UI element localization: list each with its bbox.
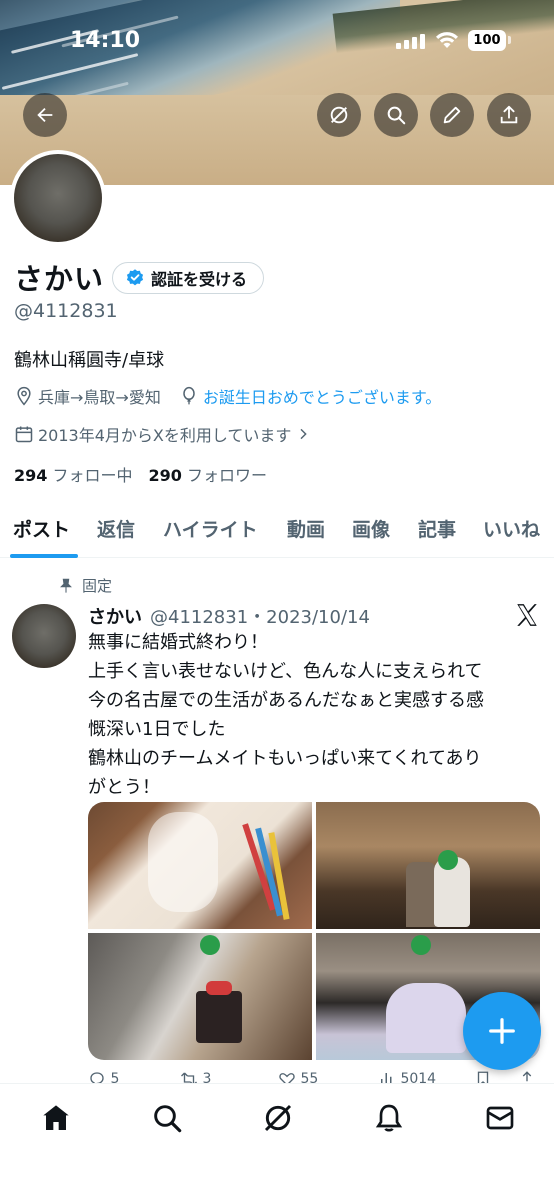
profile-handle: @4112831 (14, 300, 118, 322)
post-line: がとう！ (88, 777, 160, 798)
edit-button[interactable] (430, 93, 474, 137)
tab-likes[interactable]: いいね (483, 515, 540, 542)
balloon-icon (183, 386, 195, 405)
active-tab-indicator (10, 554, 78, 558)
post-line: 無事に結婚式終わり！ (88, 632, 268, 653)
profile-meta-row: 兵庫→鳥取→愛知 お誕生日おめでとうございます。 (14, 384, 441, 408)
following-count: 294 (14, 466, 48, 485)
pin-icon (60, 578, 72, 593)
post-image-ceremony[interactable] (316, 802, 540, 929)
follow-stats: 294 フォロー中 290 フォロワー (14, 462, 267, 486)
mail-icon[interactable] (484, 1102, 516, 1134)
followers-count: 290 (148, 466, 182, 485)
verified-badge-icon (126, 269, 144, 286)
chevron-right-icon (300, 428, 308, 440)
post-meta[interactable]: @4112831・2023/10/14 (150, 603, 370, 629)
post-line: 鶴林山のチームメイトもいっぱい来てくれてあり (88, 748, 482, 769)
battery-indicator: 100 (468, 30, 506, 51)
get-verified-button[interactable]: 認証を受ける (112, 262, 265, 294)
bell-icon[interactable] (373, 1102, 405, 1134)
back-button[interactable] (23, 93, 67, 137)
profile-tabs: ポスト 返信 ハイライト 動画 画像 記事 いいね (0, 505, 554, 558)
signal-icon (396, 34, 425, 49)
share-button[interactable] (487, 93, 531, 137)
status-time: 14:10 (70, 28, 141, 53)
followers-label: フォロワー (187, 466, 268, 485)
followers-link[interactable]: 290 フォロワー (149, 462, 268, 486)
tab-posts[interactable]: ポスト (13, 515, 70, 542)
post-image-cake[interactable] (88, 933, 312, 1060)
status-bar: 14:10 100 (0, 26, 554, 58)
post-line: 慨深い1日でした (88, 719, 226, 740)
post-author-name[interactable]: さかい (88, 603, 142, 629)
search-profile-button[interactable] (374, 93, 418, 137)
x-logo-icon[interactable] (514, 602, 540, 628)
joined-date: 2013年4月からXを利用しています (38, 426, 292, 445)
profile-location: 兵庫→鳥取→愛知 (38, 388, 161, 407)
tab-videos[interactable]: 動画 (287, 515, 325, 542)
get-verified-label: 認証を受ける (151, 270, 248, 289)
post-header: さかい @4112831・2023/10/14 (88, 603, 370, 629)
grok-icon[interactable] (262, 1102, 294, 1134)
pinned-indicator: 固定 (58, 575, 112, 596)
pencil-icon (443, 106, 461, 124)
post-line: 今の名古屋での生活があるんだなぁと実感する感 (88, 690, 484, 711)
calendar-icon (15, 426, 33, 443)
tab-images[interactable]: 画像 (352, 515, 390, 542)
plus-icon (489, 1018, 515, 1044)
grok-icon (330, 106, 348, 124)
location-icon (17, 386, 31, 406)
compose-post-button[interactable] (463, 992, 541, 1070)
share-icon (500, 105, 518, 124)
profile-bio: 鶴林山稱圓寺/卓球 (14, 350, 165, 371)
birthday-link[interactable]: お誕生日おめでとうございます。 (203, 384, 441, 408)
tab-articles[interactable]: 記事 (418, 515, 456, 542)
profile-avatar[interactable] (10, 150, 106, 246)
bottom-navigation (0, 1083, 554, 1200)
post-author-avatar[interactable] (12, 604, 76, 668)
post-line: 上手く言い表せないけど、色んな人に支えられて (88, 661, 483, 682)
tab-replies[interactable]: 返信 (97, 515, 135, 542)
following-link[interactable]: 294 フォロー中 (14, 462, 133, 486)
pinned-label: 固定 (82, 577, 113, 595)
explore-search-icon[interactable] (151, 1102, 183, 1134)
wifi-icon (436, 32, 458, 48)
profile-name: さかい (14, 262, 105, 296)
post-text: 無事に結婚式終わり！ 上手く言い表せないけど、色んな人に支えられて 今の名古屋で… (88, 628, 538, 802)
grok-button[interactable] (317, 93, 361, 137)
back-arrow-icon (37, 107, 53, 123)
tab-highlights[interactable]: ハイライト (163, 515, 258, 542)
battery-tip (508, 36, 511, 44)
joined-row[interactable]: 2013年4月からXを利用しています (14, 422, 311, 446)
following-label: フォロー中 (52, 466, 133, 485)
search-icon (387, 106, 406, 125)
home-icon[interactable] (40, 1102, 72, 1134)
post-image-illustration[interactable] (88, 802, 312, 929)
